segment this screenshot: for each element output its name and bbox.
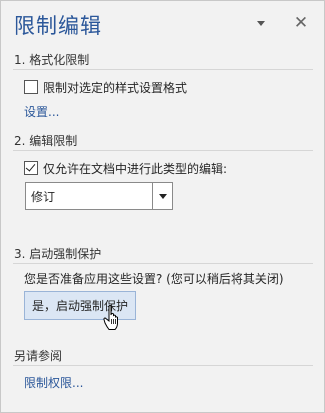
editing-restriction-checkbox[interactable] <box>24 161 38 175</box>
settings-link[interactable]: 设置... <box>24 103 59 120</box>
close-icon: ✕ <box>293 13 309 33</box>
pane-title: 限制编辑 <box>14 14 102 38</box>
editing-restrictions-heading: 2. 编辑限制 <box>14 134 78 148</box>
formatting-restriction-label: 限制对选定的样式设置格式 <box>43 81 188 95</box>
restrict-editing-pane: 限制编辑 ✕ 1. 格式化限制 限制对选定的样式设置格式 设置... 2. 编辑… <box>0 0 325 413</box>
editing-type-dropdown-button[interactable] <box>152 183 172 209</box>
chevron-down-icon <box>158 193 167 199</box>
pane-options-button[interactable] <box>252 14 270 32</box>
restrict-permission-link[interactable]: 限制权限... <box>24 374 83 391</box>
editing-type-select[interactable]: 修订 <box>25 182 173 210</box>
editing-type-value: 修订 <box>31 190 56 204</box>
editing-restriction-label: 仅允许在文档中进行此类型的编辑: <box>43 162 228 176</box>
formatting-restriction-checkbox[interactable] <box>24 80 38 94</box>
close-button[interactable]: ✕ <box>292 13 310 33</box>
enforcement-question: 您是否准备应用这些设置? (您可以稍后将其关闭) <box>24 272 284 286</box>
dropdown-triangle-icon <box>257 20 265 26</box>
section-divider <box>13 263 313 264</box>
start-enforcement-heading: 3. 启动强制保护 <box>14 247 102 261</box>
formatting-restrictions-heading: 1. 格式化限制 <box>14 53 90 67</box>
see-also-heading: 另请参阅 <box>14 349 63 363</box>
hand-pointer-cursor-icon <box>103 305 118 330</box>
section-divider <box>13 365 313 366</box>
section-divider <box>13 150 313 151</box>
section-divider <box>13 69 313 70</box>
